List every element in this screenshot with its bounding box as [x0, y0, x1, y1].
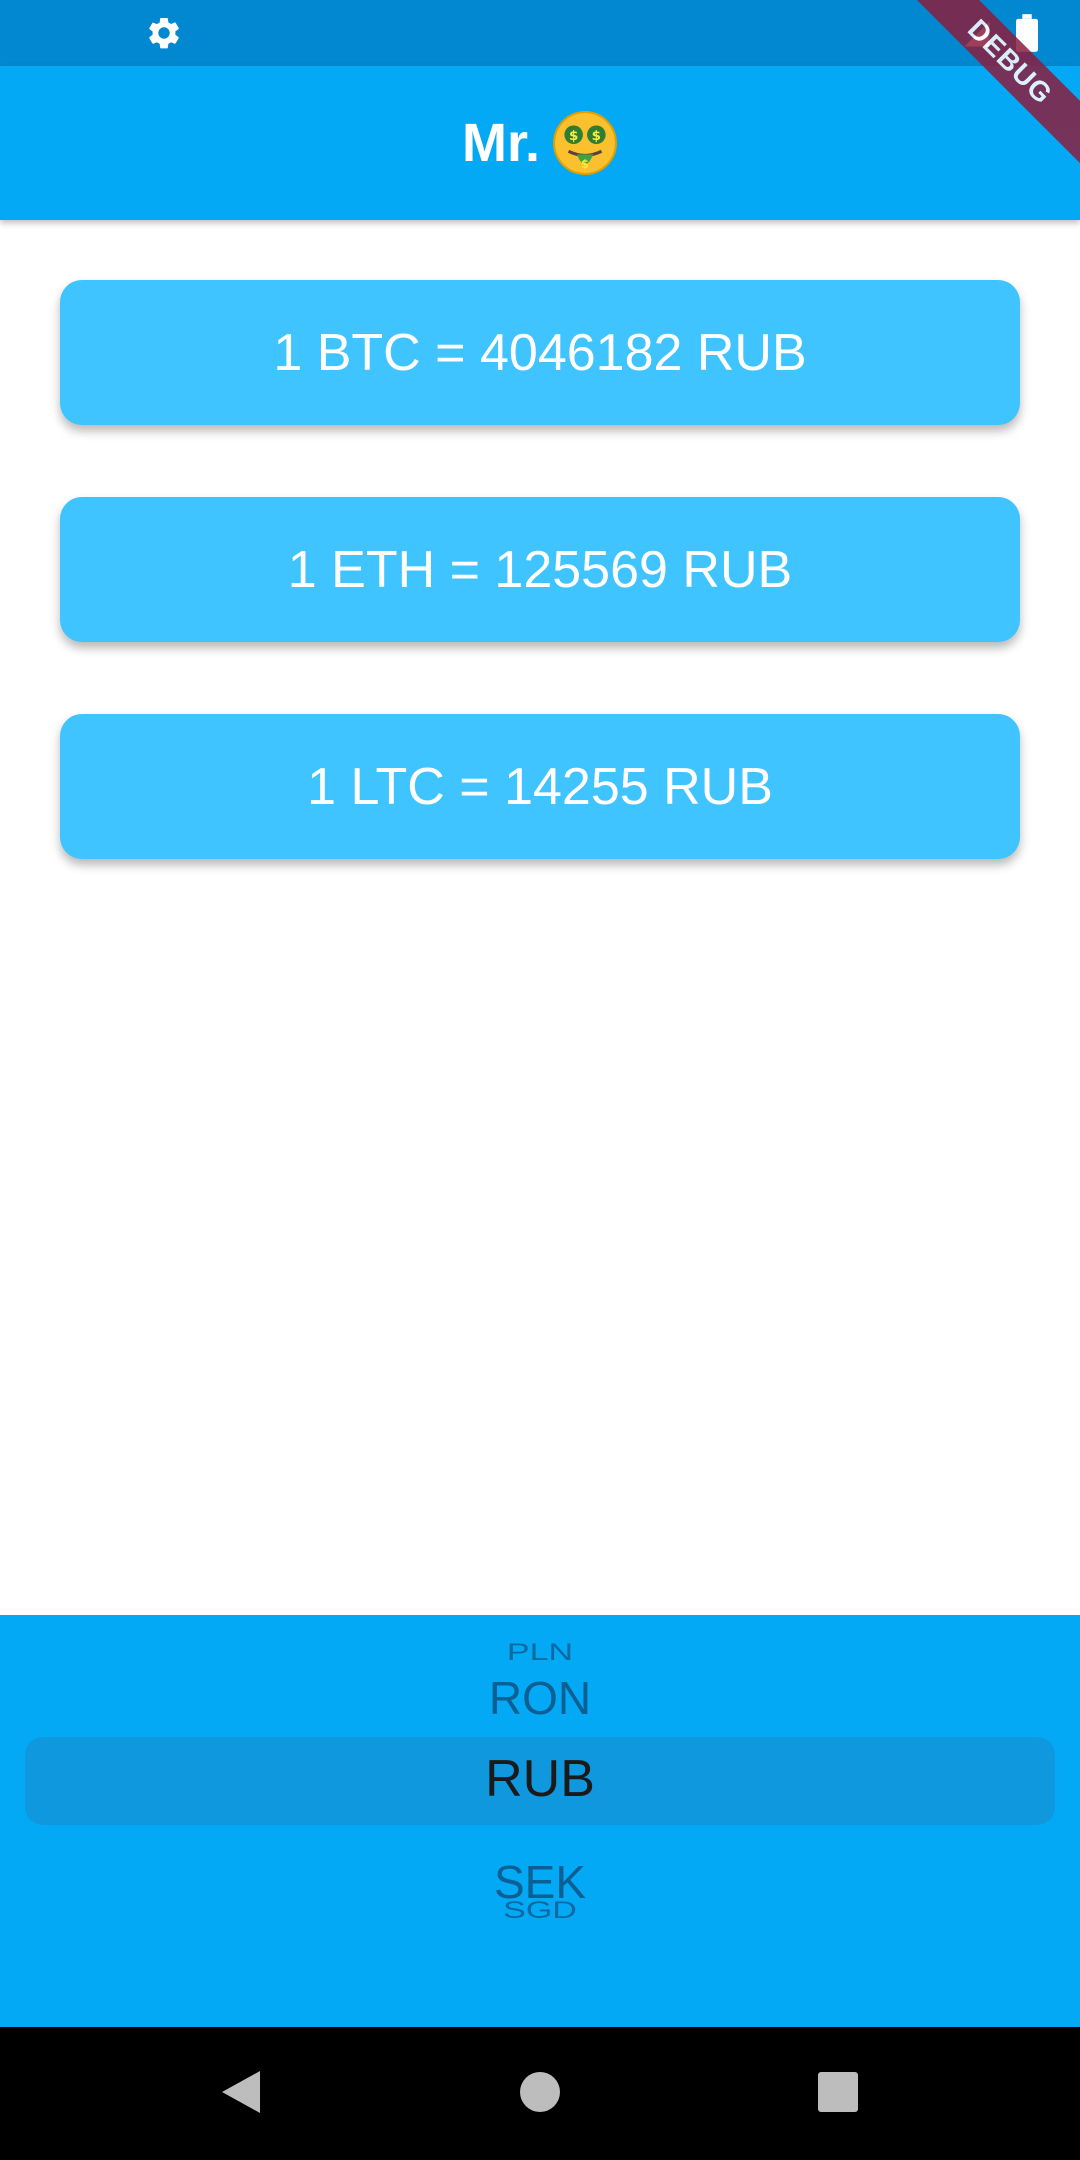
home-icon[interactable] [500, 2057, 580, 2127]
app-bar: Mr. $ $ $ [0, 66, 1080, 220]
svg-text:$: $ [581, 157, 589, 171]
rate-card-ltc[interactable]: 1 LTC = 14255 RUB [60, 714, 1020, 859]
picker-item-ron[interactable]: RON [0, 1671, 1080, 1725]
rates-list: 1 BTC = 4046182 RUB 1 ETH = 125569 RUB 1… [60, 280, 1020, 931]
app-title-text: Mr. [461, 113, 541, 173]
picker-item-pln[interactable]: PLN [0, 1639, 1080, 1666]
svg-text:$: $ [592, 129, 601, 144]
picker-item-rub[interactable]: RUB [0, 1749, 1080, 1809]
navigation-bar [0, 2027, 1080, 2160]
status-bar [0, 0, 1080, 66]
money-mouth-face-icon: $ $ $ [553, 111, 617, 175]
gear-icon [149, 17, 179, 49]
rate-card-eth[interactable]: 1 ETH = 125569 RUB [60, 497, 1020, 642]
rate-card-btc[interactable]: 1 BTC = 4046182 RUB [60, 280, 1020, 425]
svg-text:$: $ [569, 129, 578, 144]
currency-picker[interactable]: PLN RON RUB SEK SGD [0, 1615, 1080, 2027]
app-screen: Mr. $ $ $ DEBUG 1 BTC = 4046182 RUB 1 ET… [0, 0, 1080, 2160]
back-icon[interactable] [200, 2057, 280, 2127]
recents-icon[interactable] [798, 2057, 878, 2127]
picker-item-sgd[interactable]: SGD [0, 1897, 1080, 1924]
app-title: Mr. $ $ $ [0, 66, 1080, 220]
